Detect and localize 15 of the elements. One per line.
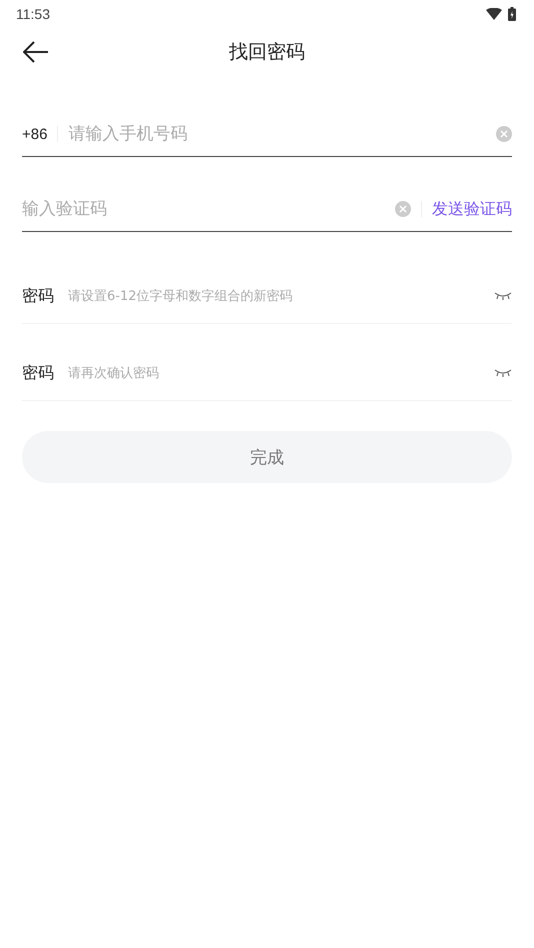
code-input[interactable]: 输入验证码 xyxy=(22,199,385,219)
country-code[interactable]: +86 xyxy=(22,126,48,142)
battery-icon xyxy=(508,7,516,21)
closed-eye-icon[interactable] xyxy=(494,292,512,300)
back-arrow-icon[interactable] xyxy=(23,41,49,63)
page-title: 找回密码 xyxy=(229,40,305,65)
password-input[interactable]: 请再次确认密码 xyxy=(68,366,480,380)
status-time: 11:53 xyxy=(16,6,50,22)
phone-input[interactable]: 请输入手机号码 xyxy=(68,124,486,144)
password-input[interactable]: 请设置6-12位字母和数字组合的新密码 xyxy=(68,288,480,304)
wifi-icon xyxy=(486,8,502,20)
closed-eye-icon[interactable] xyxy=(494,369,512,377)
password-label: 密码 xyxy=(22,362,54,384)
password-label: 密码 xyxy=(22,286,54,306)
send-code-link[interactable]: 发送验证码 xyxy=(432,198,512,220)
